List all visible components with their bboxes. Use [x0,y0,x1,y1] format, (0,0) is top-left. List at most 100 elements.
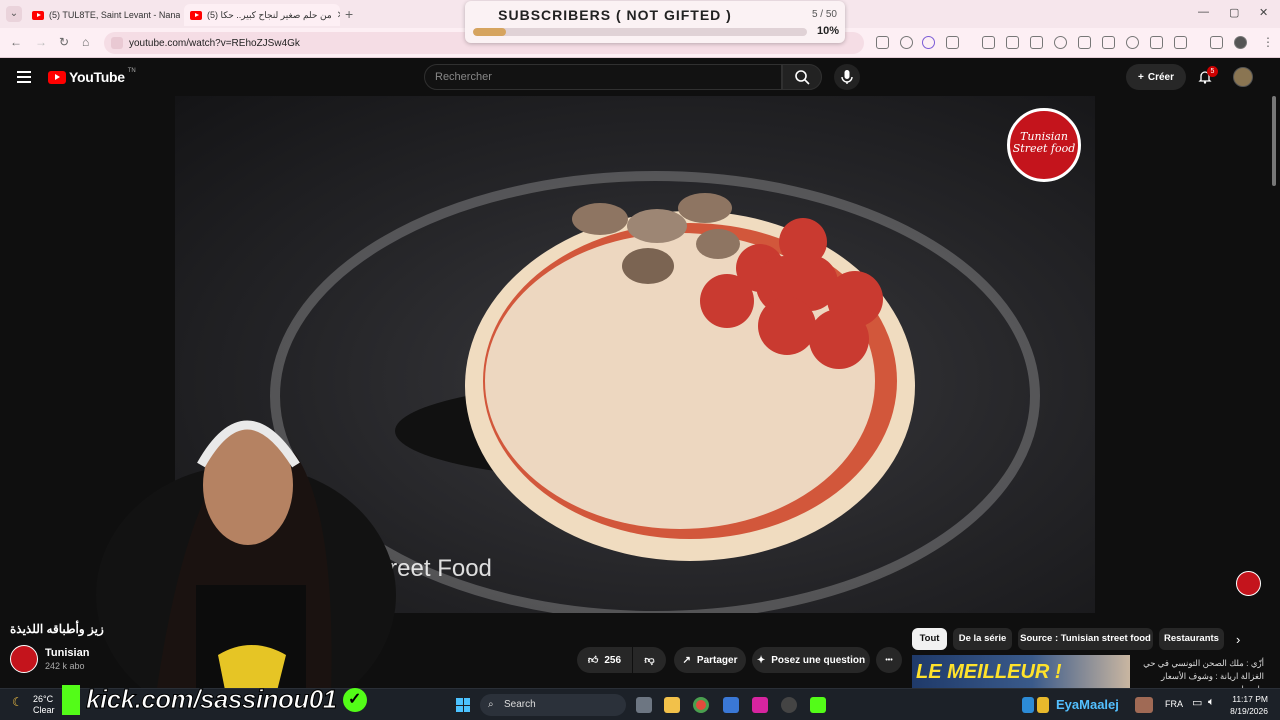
kick-logo-icon [62,684,80,715]
volume-icon[interactable]: 🔈︎ [1208,696,1215,709]
search-input[interactable]: Rechercher [424,64,782,90]
delete-icon[interactable] [1150,36,1163,49]
channel-subscriber-count: 242 k abo [45,661,85,671]
profile-icon[interactable] [1234,36,1247,49]
channel-avatar[interactable] [10,645,38,673]
chip-source[interactable]: Source : Tunisian street food [1018,628,1153,650]
extensions-puzzle-icon[interactable] [946,36,959,49]
thumbs-up-icon: 👍︎ [587,655,599,666]
microphone-icon [841,70,853,84]
youtube-play-icon [48,70,66,84]
youtube-favicon-icon [190,10,202,20]
youtube-favicon-icon [32,10,44,20]
language-indicator[interactable]: FRA [1165,699,1183,709]
back-icon[interactable]: ← [10,35,22,49]
search-button[interactable] [782,64,822,90]
network-icon[interactable]: ▭ [1192,696,1202,709]
video-title: زيز وأطباقه اللذيذة [10,622,104,636]
maximize-button[interactable]: ▢ [1229,6,1239,19]
share-icon: ↗ [682,654,691,666]
taskbar-search[interactable]: ⌕ Search [480,694,626,716]
logo-country: TN [127,68,136,74]
chip-restaurants[interactable]: Restaurants [1159,628,1224,650]
history-icon[interactable] [1126,36,1139,49]
like-count: 256 [604,654,622,666]
extension-icon[interactable] [982,36,995,49]
location-icon[interactable] [1054,36,1067,49]
scrollbar-thumb[interactable] [1272,96,1276,186]
dislike-button[interactable]: 👎︎ [633,647,666,673]
goal-title: SUBSCRIBERS ( NOT GIFTED ) [498,7,732,23]
create-label: Créer [1147,71,1174,83]
channel-name[interactable]: Tunisian [45,647,89,659]
home-icon[interactable]: ⌂ [82,35,89,49]
chip-de-la-serie[interactable]: De la série [953,628,1012,650]
forward-icon[interactable]: → [35,35,47,49]
kick-overlay: kick.com/sassinou01 ✓ [62,684,367,715]
channel-badge-logo: Tunisian Street food [1007,108,1081,182]
chrome-icon[interactable] [693,697,709,713]
system-clock[interactable]: 11:17 PM 8/19/2026 [1228,693,1268,717]
site-info-icon[interactable] [111,37,123,49]
file-explorer-icon[interactable] [664,697,680,713]
menu-icon[interactable] [1210,36,1223,49]
moon-icon: ☾ [12,695,23,709]
chevron-right-icon[interactable]: › [1236,632,1240,647]
voice-search-button[interactable] [834,64,860,90]
minimize-button[interactable]: — [1198,6,1209,18]
collections-icon[interactable] [1174,36,1187,49]
share-label: Partager [696,654,738,666]
extension-icon[interactable] [900,36,913,49]
browser-tab-1[interactable]: (5) TUL8TE, Saint Levant - Nana ✕ [26,4,180,26]
ask-question-button[interactable]: ✦ Posez une question [752,647,870,673]
recommended-video-thumbnail[interactable]: LE MEILLEUR ! [912,655,1130,691]
streamer-avatar-icon [1135,697,1153,713]
create-button[interactable]: + Créer [1126,64,1186,90]
chip-tout[interactable]: Tout [912,628,947,650]
goal-progress-track [473,28,807,36]
more-actions-button[interactable]: ••• [876,647,902,673]
obs-icon[interactable] [781,697,797,713]
extension-icon[interactable] [1006,36,1019,49]
reload-icon[interactable]: ↻ [59,35,69,49]
like-button[interactable]: 👍︎ 256 [577,647,632,673]
streamer-webcam-overlay [96,420,396,695]
more-actions-icon: ••• [885,656,893,664]
share-button[interactable]: ↗ Partager [674,647,746,673]
goal-percent: 10% [816,25,839,37]
kick-app-icon[interactable] [810,697,826,713]
tab-label: (5) من حلم صغير لنجاح كبير.. حكا [207,9,332,20]
search-icon [795,70,810,85]
new-tab-button[interactable]: + [345,6,353,22]
favorites-icon[interactable] [1078,36,1091,49]
menu-icon[interactable] [17,71,31,83]
windows-start-icon[interactable] [456,698,470,712]
sidebar-icon[interactable] [1102,36,1115,49]
extension-icon[interactable] [1030,36,1043,49]
small-channel-badge-icon [1236,571,1261,596]
extension-icon[interactable] [922,36,935,49]
taskbar-search-label: Search [504,699,536,710]
browser-tab-2[interactable]: (5) من حلم صغير لنجاح كبير.. حكا ✕ [184,4,340,26]
instagram-icon[interactable] [752,697,768,713]
account-avatar[interactable] [1233,67,1253,87]
youtube-logo[interactable]: YouTube TN [48,68,136,85]
search-icon: ⌕ [488,699,494,710]
url-text: youtube.com/watch?v=REhoZJSw4Gk [129,37,300,49]
youtube-header: YouTube TN Rechercher + Créer 5 [0,58,1280,96]
store-icon[interactable] [723,697,739,713]
page-scrollbar[interactable] [1270,96,1278,186]
goal-count: 5 / 50 [811,9,837,20]
streamer-name: EyaMaalej [1056,697,1119,712]
subscribers-goal-overlay: SUBSCRIBERS ( NOT GIFTED ) 5 / 50 10% [465,1,845,43]
tray-app-icon[interactable] [1037,697,1049,713]
tab-search-button[interactable]: ⌄ [6,6,22,22]
more-options-icon[interactable]: ⋮ [1262,35,1274,49]
extension-icon[interactable] [876,36,889,49]
close-tab-icon[interactable]: ✕ [337,10,340,21]
close-window-button[interactable]: ✕ [1259,6,1268,19]
goal-progress-fill [473,28,507,36]
plus-icon: + [1138,71,1144,83]
tray-app-icon[interactable] [1022,697,1034,713]
task-view-icon[interactable] [636,697,652,713]
